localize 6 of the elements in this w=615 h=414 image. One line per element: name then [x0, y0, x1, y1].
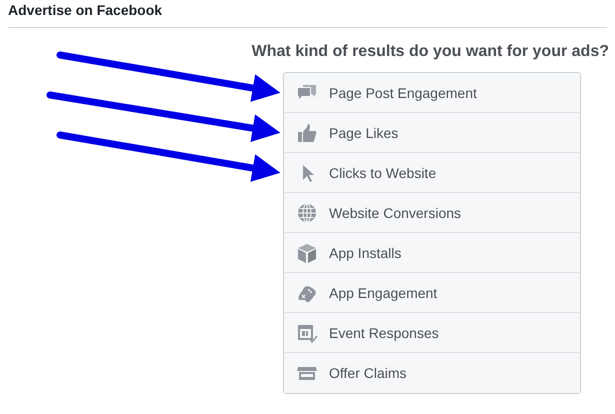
page-title: Advertise on Facebook	[8, 1, 162, 19]
question-heading: What kind of results do you want for your ads?	[252, 42, 609, 62]
objective-option[interactable]: Page Post Engagement	[284, 73, 580, 113]
thumbs-up-icon	[296, 122, 318, 144]
box-icon	[296, 242, 318, 264]
globe-icon	[296, 202, 318, 224]
